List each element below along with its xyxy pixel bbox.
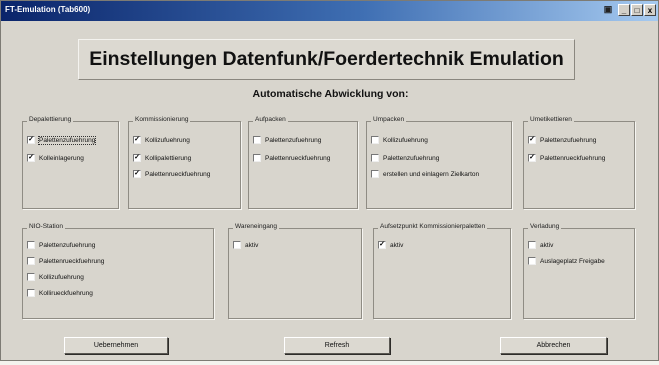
checkbox-ump-kollizufuehrung[interactable]: Kollizufuehrung	[371, 135, 428, 145]
checkbox-komm-palettenrueckfuehrung[interactable]: ✓ Palettenrueckfuehrung	[133, 169, 210, 179]
checkbox-label: aktiv	[540, 241, 554, 249]
group-nio-station: NIO-Station Palettenzufuehrung Palettenr…	[22, 223, 214, 319]
group-aufpacken: Aufpacken Palettenzufuehrung Palettenrue…	[248, 116, 358, 209]
group-depalettierung: Depalettierung ✓ Palettenzufuehrung ✓ Ko…	[22, 116, 119, 209]
checkbox-label: erstellen und einlagern Zielkarton	[383, 170, 480, 178]
minimize-button[interactable]: _	[618, 4, 630, 16]
checkbox-box[interactable]	[233, 241, 241, 249]
window-app-icon[interactable]: ▣	[602, 4, 614, 16]
group-label: Depalettierung	[27, 116, 74, 123]
checkbox-label: Palettenzufuehrung	[265, 136, 322, 144]
checkbox-label: Palettenzufuehrung	[39, 241, 96, 249]
group-label: Wareneingang	[233, 223, 280, 230]
uebernehmen-button[interactable]: Uebernehmen	[64, 337, 168, 354]
group-wareneingang: Wareneingang aktiv	[228, 223, 362, 319]
checkbox-umet-palettenzufuehrung[interactable]: ✓ Palettenzufuehrung	[528, 135, 596, 145]
group-label: Aufpacken	[253, 116, 288, 123]
checkbox-box[interactable]	[371, 170, 379, 178]
page-title: Einstellungen Datenfunk/Foerdertechnik E…	[89, 48, 564, 70]
window-title: FT-Emulation (Tab600)	[5, 5, 91, 14]
checkbox-label: Palettenrueckfuehrung	[39, 257, 105, 265]
checkbox-nio-palettenzufuehrung[interactable]: Palettenzufuehrung	[27, 240, 95, 250]
checkbox-box[interactable]: ✓	[133, 170, 141, 178]
checkbox-box[interactable]	[27, 257, 35, 265]
checkbox-verladung-aktiv[interactable]: aktiv	[528, 240, 553, 250]
window-controls: ▣ _ □ x	[602, 4, 656, 16]
checkbox-label: Kollizufuehrung	[39, 273, 84, 281]
header-panel: Einstellungen Datenfunk/Foerdertechnik E…	[78, 39, 575, 80]
checkbox-label: Palettenrueckfuehrung	[540, 154, 606, 162]
checkbox-aufp-palettenzufuehrung[interactable]: Palettenzufuehrung	[253, 135, 321, 145]
section-subtitle: Automatische Abwicklung von:	[252, 88, 409, 100]
group-label: NIO-Station	[27, 223, 65, 230]
checkbox-box[interactable]	[371, 154, 379, 162]
checkbox-label: Auslageplatz Freigabe	[540, 257, 605, 265]
refresh-button[interactable]: Refresh	[284, 337, 390, 354]
checkbox-box[interactable]: ✓	[528, 136, 536, 144]
checkbox-aufsetzpunkt-aktiv[interactable]: ✓ aktiv	[378, 240, 403, 250]
checkbox-depal-kolleinlagerung[interactable]: ✓ Kolleinlagerung	[27, 153, 84, 163]
group-label: Umetikettieren	[528, 116, 574, 123]
title-bar[interactable]: FT-Emulation (Tab600) ▣ _ □ x	[1, 1, 658, 21]
group-label: Aufsetzpunkt Kommissionierpaletten	[378, 223, 488, 230]
checkbox-box[interactable]	[27, 289, 35, 297]
checkbox-label: Kollizufuehrung	[383, 136, 428, 144]
checkbox-box[interactable]	[528, 257, 536, 265]
checkbox-label: aktiv	[390, 241, 404, 249]
checkbox-box[interactable]: ✓	[27, 136, 35, 144]
checkbox-box[interactable]	[253, 136, 261, 144]
group-kommissionierung: Kommissionierung ✓ Kollizufuehrung ✓ Kol…	[128, 116, 241, 209]
checkbox-box[interactable]	[371, 136, 379, 144]
checkbox-label: Kolleinlagerung	[39, 154, 84, 162]
checkbox-ump-palettenzufuehrung[interactable]: Palettenzufuehrung	[371, 153, 439, 163]
close-button[interactable]: x	[644, 4, 656, 16]
checkbox-label: Palettenrueckfuehrung	[145, 170, 211, 178]
checkbox-box[interactable]: ✓	[27, 154, 35, 162]
checkbox-box[interactable]	[528, 241, 536, 249]
checkbox-komm-kollizufuehrung[interactable]: ✓ Kollizufuehrung	[133, 135, 190, 145]
ft-emulation-window: FT-Emulation (Tab600) ▣ _ □ x Einstellun…	[0, 0, 659, 361]
group-label: Verladung	[528, 223, 562, 230]
checkbox-box[interactable]	[27, 241, 35, 249]
group-umpacken: Umpacken Kollizufuehrung Palettenzufuehr…	[366, 116, 512, 209]
checkbox-box[interactable]: ✓	[378, 241, 386, 249]
checkbox-depal-palettenzufuehrung[interactable]: ✓ Palettenzufuehrung	[27, 135, 97, 145]
checkbox-label: Kollipalettierung	[145, 154, 192, 162]
checkbox-label: Kollizufuehrung	[145, 136, 190, 144]
checkbox-box[interactable]	[253, 154, 261, 162]
group-umetikettieren: Umetikettieren ✓ Palettenzufuehrung ✓ Pa…	[523, 116, 635, 209]
checkbox-nio-palettenrueckfuehrung[interactable]: Palettenrueckfuehrung	[27, 256, 104, 266]
checkbox-label: Palettenrueckfuehrung	[265, 154, 331, 162]
checkbox-box[interactable]: ✓	[528, 154, 536, 162]
checkbox-label: Palettenzufuehrung	[383, 154, 440, 162]
checkbox-label: Palettenzufuehrung	[37, 135, 97, 145]
checkbox-aufp-palettenrueckfuehrung[interactable]: Palettenrueckfuehrung	[253, 153, 330, 163]
group-label: Umpacken	[371, 116, 407, 123]
maximize-button[interactable]: □	[631, 4, 643, 16]
checkbox-ump-zielkarton[interactable]: erstellen und einlagern Zielkarton	[371, 169, 479, 179]
group-verladung: Verladung aktiv Auslageplatz Freigabe	[523, 223, 635, 319]
checkbox-nio-kollirueckfuehrung[interactable]: Kollirueckfuehrung	[27, 288, 93, 298]
checkbox-nio-kollizufuehrung[interactable]: Kollizufuehrung	[27, 272, 84, 282]
abbrechen-button[interactable]: Abbrechen	[500, 337, 607, 354]
checkbox-box[interactable]: ✓	[133, 136, 141, 144]
checkbox-umet-palettenrueckfuehrung[interactable]: ✓ Palettenrueckfuehrung	[528, 153, 605, 163]
group-aufsetzpunkt: Aufsetzpunkt Kommissionierpaletten ✓ akt…	[373, 223, 511, 319]
group-label: Kommissionierung	[133, 116, 191, 123]
checkbox-komm-kollipalettierung[interactable]: ✓ Kollipalettierung	[133, 153, 191, 163]
checkbox-verladung-auslageplatz[interactable]: Auslageplatz Freigabe	[528, 256, 605, 266]
checkbox-box[interactable]	[27, 273, 35, 281]
checkbox-label: Palettenzufuehrung	[540, 136, 597, 144]
checkbox-label: aktiv	[245, 241, 259, 249]
checkbox-label: Kollirueckfuehrung	[39, 289, 93, 297]
checkbox-box[interactable]: ✓	[133, 154, 141, 162]
checkbox-wareneingang-aktiv[interactable]: aktiv	[233, 240, 258, 250]
